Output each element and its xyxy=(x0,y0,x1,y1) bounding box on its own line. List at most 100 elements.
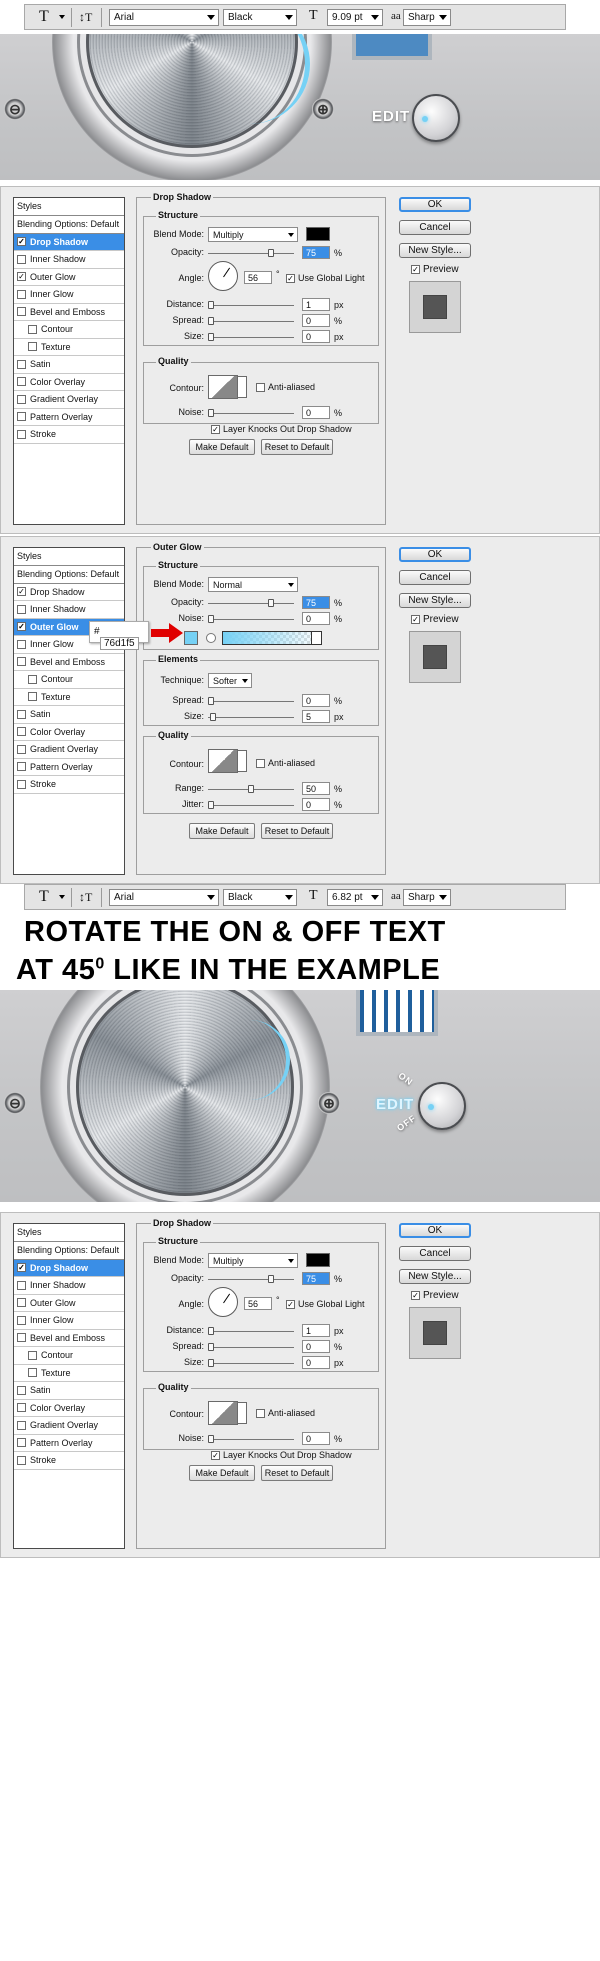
checkbox-icon[interactable] xyxy=(17,1403,26,1413)
checkbox-icon[interactable] xyxy=(17,604,26,614)
angle-input[interactable]: 56 xyxy=(244,1297,272,1310)
slider-thumb[interactable] xyxy=(268,1275,274,1283)
jitter-input[interactable]: 0 xyxy=(302,798,330,811)
font-style-select[interactable]: Black xyxy=(223,9,297,26)
slider-thumb[interactable] xyxy=(208,409,214,417)
angle-dial[interactable] xyxy=(208,261,238,291)
technique-select[interactable]: Softer xyxy=(208,673,252,688)
opacity-input[interactable]: 75 xyxy=(302,596,330,609)
chevron-down-icon[interactable] xyxy=(237,1402,247,1424)
noise-slider[interactable] xyxy=(208,615,294,623)
checkbox-icon[interactable] xyxy=(17,1298,26,1308)
slider-thumb[interactable] xyxy=(208,317,214,325)
style-item-outer-glow[interactable]: Outer Glow xyxy=(14,1295,124,1312)
style-item-contour[interactable]: Contour xyxy=(14,671,124,689)
ok-button[interactable]: OK xyxy=(399,1223,471,1238)
size-input[interactable]: 5 xyxy=(302,710,330,723)
checkbox-icon[interactable] xyxy=(17,1333,26,1343)
checkbox-icon[interactable] xyxy=(17,1420,26,1430)
style-item-gradient-overlay[interactable]: Gradient Overlay xyxy=(14,741,124,759)
style-item-pattern-overlay[interactable]: Pattern Overlay xyxy=(14,409,124,426)
style-item-color-overlay[interactable]: Color Overlay xyxy=(14,724,124,741)
opacity-slider[interactable] xyxy=(208,249,294,257)
shadow-color-swatch[interactable] xyxy=(306,227,330,241)
reset-default-button[interactable]: Reset to Default xyxy=(261,823,333,839)
angle-input[interactable]: 56 xyxy=(244,271,272,284)
text-orientation-icon[interactable]: ↕T xyxy=(79,10,92,25)
checkbox-checked-icon[interactable]: ✓ xyxy=(17,1263,26,1273)
style-item-color-overlay[interactable]: Color Overlay xyxy=(14,374,124,391)
noise-input[interactable]: 0 xyxy=(302,406,330,419)
slider-thumb[interactable] xyxy=(208,1435,214,1443)
preview-checkbox-icon[interactable]: ✓ xyxy=(411,615,420,624)
style-item-bevel-emboss[interactable]: Bevel and Emboss xyxy=(14,304,124,321)
contour-picker[interactable] xyxy=(208,375,247,399)
blend-mode-select[interactable]: Normal xyxy=(208,577,298,592)
checkbox-icon[interactable] xyxy=(28,342,37,352)
slider-thumb[interactable] xyxy=(208,801,214,809)
style-item-texture[interactable]: Texture xyxy=(14,1365,124,1382)
chevron-down-icon[interactable] xyxy=(59,895,65,899)
font-size-select[interactable]: 9.09 pt xyxy=(327,9,383,26)
reset-default-button[interactable]: Reset to Default xyxy=(261,439,333,455)
checkbox-icon[interactable] xyxy=(17,429,26,439)
spread-input[interactable]: 0 xyxy=(302,314,330,327)
spread-slider[interactable] xyxy=(208,697,294,705)
checkbox-icon[interactable] xyxy=(17,657,26,667)
cancel-button[interactable]: Cancel xyxy=(399,220,471,235)
color-hex-input[interactable]: 76d1f5 xyxy=(100,637,139,650)
anti-aliased-checkbox-icon[interactable] xyxy=(256,1409,265,1418)
blend-mode-select[interactable]: Multiply xyxy=(208,1253,298,1268)
distance-input[interactable]: 1 xyxy=(302,298,330,311)
slider-thumb[interactable] xyxy=(210,713,216,721)
antialias-select[interactable]: Sharp xyxy=(403,889,451,906)
checkbox-icon[interactable] xyxy=(17,639,26,649)
style-item-contour[interactable]: Contour xyxy=(14,321,124,339)
gradient-radio-icon[interactable] xyxy=(206,633,216,643)
glow-color-swatch[interactable] xyxy=(184,631,198,645)
style-item-stroke[interactable]: Stroke xyxy=(14,426,124,444)
checkbox-checked-icon[interactable]: ✓ xyxy=(17,237,26,247)
opacity-input[interactable]: 75 xyxy=(302,1272,330,1285)
slider-thumb[interactable] xyxy=(208,333,214,341)
checkbox-icon[interactable] xyxy=(17,1280,26,1290)
style-item-satin[interactable]: Satin xyxy=(14,706,124,724)
make-default-button[interactable]: Make Default xyxy=(189,1465,255,1481)
style-item-satin[interactable]: Satin xyxy=(14,1382,124,1400)
style-item-texture[interactable]: Texture xyxy=(14,689,124,706)
style-item-pattern-overlay[interactable]: Pattern Overlay xyxy=(14,759,124,776)
chevron-down-icon[interactable] xyxy=(311,632,321,644)
make-default-button[interactable]: Make Default xyxy=(189,823,255,839)
text-tool-icon[interactable]: T xyxy=(39,8,49,26)
range-input[interactable]: 50 xyxy=(302,782,330,795)
knockout-checkbox-icon[interactable]: ✓ xyxy=(211,1451,220,1460)
blending-options[interactable]: Blending Options: Default xyxy=(14,1242,124,1260)
antialias-select[interactable]: Sharp xyxy=(403,9,451,26)
distance-slider[interactable] xyxy=(208,301,294,309)
style-item-bevel-emboss[interactable]: Bevel and Emboss xyxy=(14,1330,124,1347)
knockout-checkbox-icon[interactable]: ✓ xyxy=(211,425,220,434)
edit-knob[interactable] xyxy=(418,1082,466,1130)
chevron-down-icon[interactable] xyxy=(237,750,247,772)
chevron-down-icon[interactable] xyxy=(59,15,65,19)
slider-thumb[interactable] xyxy=(208,1359,214,1367)
noise-slider[interactable] xyxy=(208,409,294,417)
style-item-drop-shadow[interactable]: ✓ Drop Shadow xyxy=(14,1259,124,1277)
cancel-button[interactable]: Cancel xyxy=(399,1246,471,1261)
checkbox-icon[interactable] xyxy=(17,744,26,754)
blend-mode-select[interactable]: Multiply xyxy=(208,227,298,242)
font-size-select[interactable]: 6.82 pt xyxy=(327,889,383,906)
anti-aliased-checkbox-icon[interactable] xyxy=(256,759,265,768)
checkbox-icon[interactable] xyxy=(28,692,37,702)
cancel-button[interactable]: Cancel xyxy=(399,570,471,585)
new-style-button[interactable]: New Style... xyxy=(399,1269,471,1284)
style-item-outer-glow[interactable]: ✓ Outer Glow xyxy=(14,269,124,286)
slider-thumb[interactable] xyxy=(268,249,274,257)
contour-picker[interactable] xyxy=(208,1401,247,1425)
style-item-satin[interactable]: Satin xyxy=(14,356,124,374)
style-item-inner-shadow[interactable]: Inner Shadow xyxy=(14,251,124,269)
spread-slider[interactable] xyxy=(208,1343,294,1351)
styles-header[interactable]: Styles xyxy=(14,548,124,566)
jitter-slider[interactable] xyxy=(208,801,294,809)
slider-thumb[interactable] xyxy=(208,1343,214,1351)
